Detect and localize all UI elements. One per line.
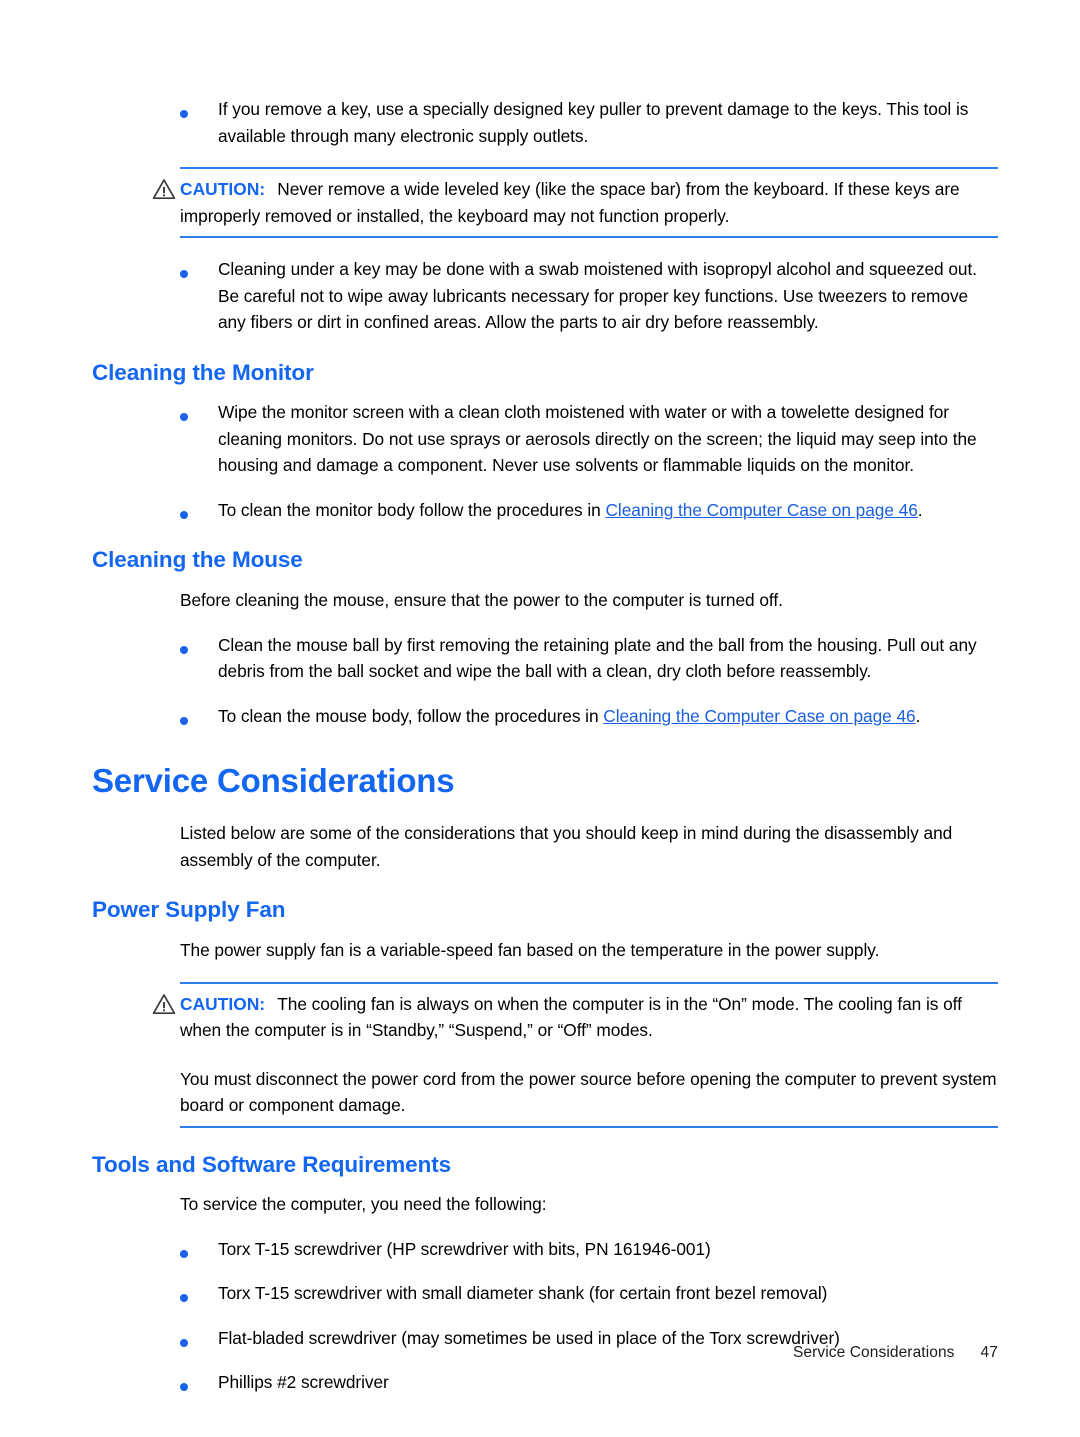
paragraph-before-cleaning-mouse: Before cleaning the mouse, ensure that t… [180, 590, 783, 611]
warning-triangle-icon [152, 179, 176, 200]
list-item: Torx T-15 screwdriver (HP screwdriver wi… [92, 1236, 998, 1263]
list-item: Torx T-15 screwdriver with small diamete… [92, 1280, 998, 1307]
section-heading-cleaning-the-mouse: Cleaning the Mouse [92, 547, 303, 573]
list-item: Clean the mouse ball by first removing t… [92, 632, 998, 685]
bullet-marker-icon [92, 1326, 218, 1347]
list-item-text: Torx T-15 screwdriver with small diamete… [218, 1283, 828, 1304]
page-content: If you remove a key, use a specially des… [92, 96, 998, 1414]
caution-block: CAUTION: Never remove a wide leveled key … [92, 167, 998, 238]
page-footer: Service Considerations 47 [0, 1344, 998, 1362]
list-item-text: Torx T-15 screwdriver (HP screwdriver wi… [218, 1238, 711, 1259]
bullet-marker-icon [92, 1370, 218, 1392]
section-heading-cleaning-the-monitor: Cleaning the Monitor [92, 359, 314, 385]
bullet-marker-icon [92, 1237, 218, 1258]
bullet-marker-icon [92, 97, 218, 118]
bullet-marker-icon [92, 257, 218, 278]
list-item: Wipe the monitor screen with a clean clo… [92, 399, 998, 479]
list-item-text: Wipe the monitor screen with a clean clo… [218, 402, 977, 476]
warning-triangle-icon [152, 993, 176, 1014]
bullet-marker-icon [92, 400, 218, 422]
bullet-marker-icon [92, 633, 218, 654]
caution-line: CAUTION: The cooling fan is always on whe… [180, 991, 998, 1044]
list-item: To clean the mouse body, follow the proc… [92, 703, 998, 730]
section-heading-tools-and-software-requirements: Tools and Software Requirements [92, 1151, 452, 1177]
section-heading-power-supply-fan: Power Supply Fan [92, 897, 286, 923]
caution-box: CAUTION: The cooling fan is always on whe… [180, 981, 998, 1128]
list-item-text: Cleaning under a key may be done with a … [218, 259, 977, 332]
caution-box: CAUTION: Never remove a wide leveled key … [180, 167, 998, 238]
paragraph-to-service-computer: To service the computer, you need the fo… [180, 1194, 547, 1215]
page-title-service-considerations: Service Considerations [92, 762, 455, 800]
xref-suffix: . [915, 705, 921, 726]
xref-prefix: To clean the monitor body follow the pro… [218, 499, 606, 520]
paragraph-listed-below: Listed below are some of the considerati… [180, 823, 953, 870]
bullet-marker-icon [92, 498, 218, 519]
footer-page-number: 47 [980, 1344, 998, 1361]
list-item-text: Phillips #2 screwdriver [218, 1372, 389, 1393]
caution-extra-text: You must disconnect the power cord from … [180, 1068, 997, 1116]
caution-block: CAUTION: The cooling fan is always on whe… [92, 981, 998, 1128]
cross-reference-link-computer-case[interactable]: Cleaning the Computer Case on page 46 [605, 500, 917, 520]
caution-text: The cooling fan is always on when the co… [180, 993, 962, 1041]
list-item-text: To clean the monitor body follow the pro… [218, 497, 998, 524]
xref-suffix: . [917, 499, 923, 520]
bullet-marker-icon [92, 1281, 218, 1303]
caution-text: Never remove a wide leveled key (like th… [180, 179, 960, 226]
list-item: Cleaning under a key may be done with a … [92, 256, 998, 336]
list-item: Phillips #2 screwdriver [92, 1369, 998, 1396]
xref-prefix: To clean the mouse body, follow the proc… [218, 705, 604, 726]
paragraph-power-supply-fan: The power supply fan is a variable-speed… [180, 940, 880, 961]
cross-reference-link-computer-case[interactable]: Cleaning the Computer Case on page 46 [603, 706, 915, 726]
footer-section-label: Service Considerations [792, 1344, 955, 1361]
document-page: If you remove a key, use a specially des… [0, 0, 1080, 1437]
list-item: If you remove a key, use a specially des… [92, 96, 998, 149]
caution-label: CAUTION: [180, 993, 266, 1014]
list-item: To clean the monitor body follow the pro… [92, 497, 998, 524]
list-item-text: Clean the mouse ball by first removing t… [218, 634, 977, 682]
list-item-text: To clean the mouse body, follow the proc… [218, 703, 998, 730]
caution-label: CAUTION: [180, 179, 266, 199]
bullet-marker-icon [92, 704, 218, 725]
list-item-text: If you remove a key, use a specially des… [218, 99, 969, 146]
